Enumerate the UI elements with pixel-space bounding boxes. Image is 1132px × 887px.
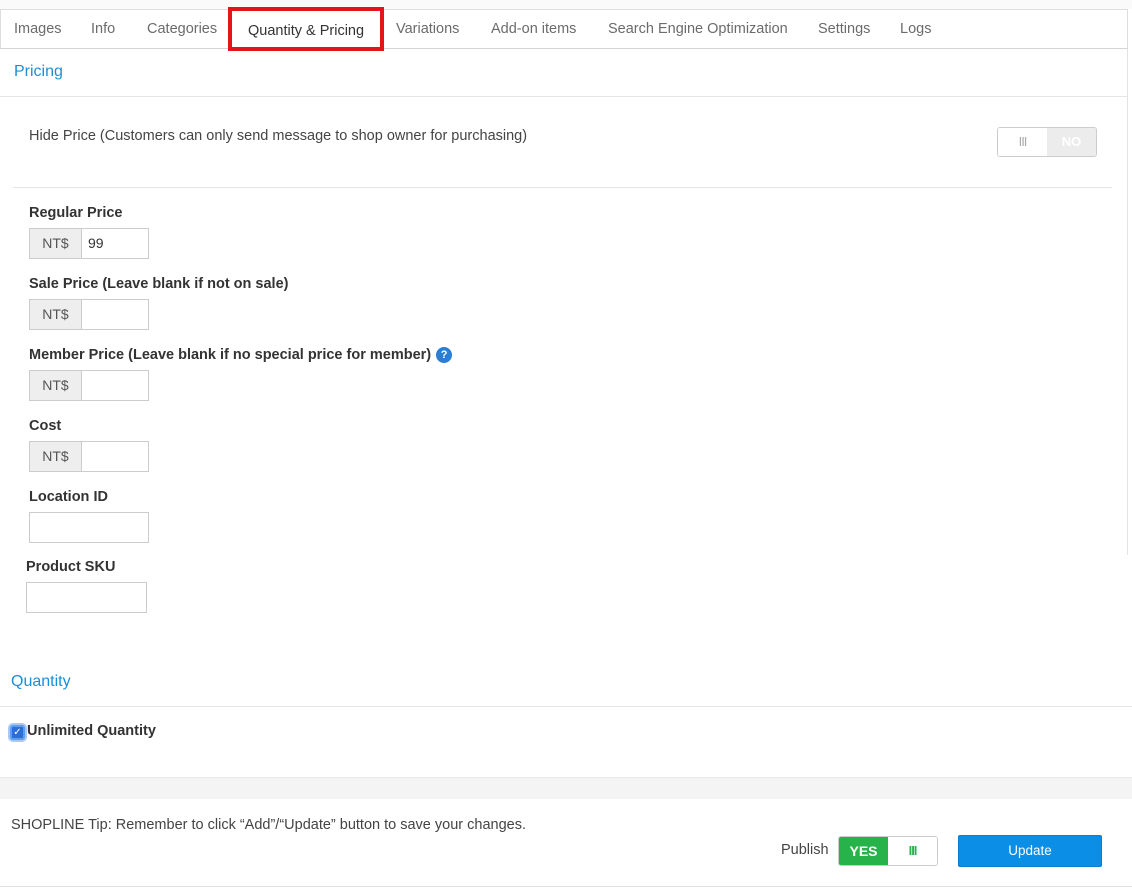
tab-settings[interactable]: Settings [818, 10, 870, 48]
quantity-section-title: Quantity [11, 673, 71, 690]
cost-input-group: NT$ [29, 441, 149, 472]
product-sku-label: Product SKU [26, 559, 116, 575]
tab-info[interactable]: Info [91, 10, 115, 48]
product-sku-input[interactable] [26, 582, 147, 613]
member-price-label-row: Member Price (Leave blank if no special … [29, 347, 453, 363]
location-id-label: Location ID [29, 489, 108, 505]
currency-addon: NT$ [29, 441, 81, 472]
tab-variations[interactable]: Variations [396, 10, 459, 48]
member-price-input[interactable] [81, 370, 149, 401]
currency-addon: NT$ [29, 299, 81, 330]
panel-border [1127, 49, 1128, 555]
footer-separator [0, 777, 1132, 799]
divider [13, 187, 1112, 188]
publish-label: Publish [781, 842, 829, 858]
tab-logs[interactable]: Logs [900, 10, 931, 48]
divider [0, 706, 1132, 707]
toggle-grip-icon: III [888, 837, 937, 865]
shopline-tip: SHOPLINE Tip: Remember to click “Add”/“U… [11, 817, 526, 833]
pricing-section-title: Pricing [14, 63, 63, 80]
unlimited-quantity-label[interactable]: Unlimited Quantity [27, 723, 156, 739]
toggle-state: NO [1047, 128, 1096, 156]
tab-categories[interactable]: Categories [147, 10, 217, 48]
tab-seo[interactable]: Search Engine Optimization [608, 10, 788, 48]
divider [0, 96, 1127, 97]
tab-bar: Images Info Categories Quantity & Pricin… [0, 7, 1128, 51]
regular-price-input[interactable]: 99 [81, 228, 149, 259]
hide-price-label: Hide Price (Customers can only send mess… [29, 128, 528, 144]
toggle-grip-icon: III [998, 128, 1047, 156]
tab-images[interactable]: Images [14, 10, 62, 48]
sale-price-label: Sale Price (Leave blank if not on sale) [29, 276, 289, 292]
regular-price-input-group: NT$ 99 [29, 228, 149, 259]
member-price-label: Member Price (Leave blank if no special … [29, 347, 432, 363]
tab-add-on-items[interactable]: Add-on items [491, 10, 576, 48]
publish-toggle-state: YES [839, 837, 888, 865]
hide-price-toggle[interactable]: III NO [997, 127, 1097, 157]
currency-addon: NT$ [29, 228, 81, 259]
unlimited-quantity-checkbox[interactable]: ✓ [10, 725, 25, 740]
cost-input[interactable] [81, 441, 149, 472]
regular-price-label: Regular Price [29, 205, 123, 221]
top-strip [0, 0, 1132, 9]
publish-toggle[interactable]: YES III [838, 836, 938, 866]
currency-addon: NT$ [29, 370, 81, 401]
tab-quantity-pricing[interactable]: Quantity & Pricing [228, 7, 385, 51]
member-price-input-group: NT$ [29, 370, 149, 401]
question-circle-icon[interactable]: ? [436, 347, 453, 363]
sale-price-input[interactable] [81, 299, 149, 330]
sale-price-input-group: NT$ [29, 299, 149, 330]
cost-label: Cost [29, 418, 62, 434]
location-id-input[interactable] [29, 512, 149, 543]
update-button[interactable]: Update [958, 835, 1102, 867]
